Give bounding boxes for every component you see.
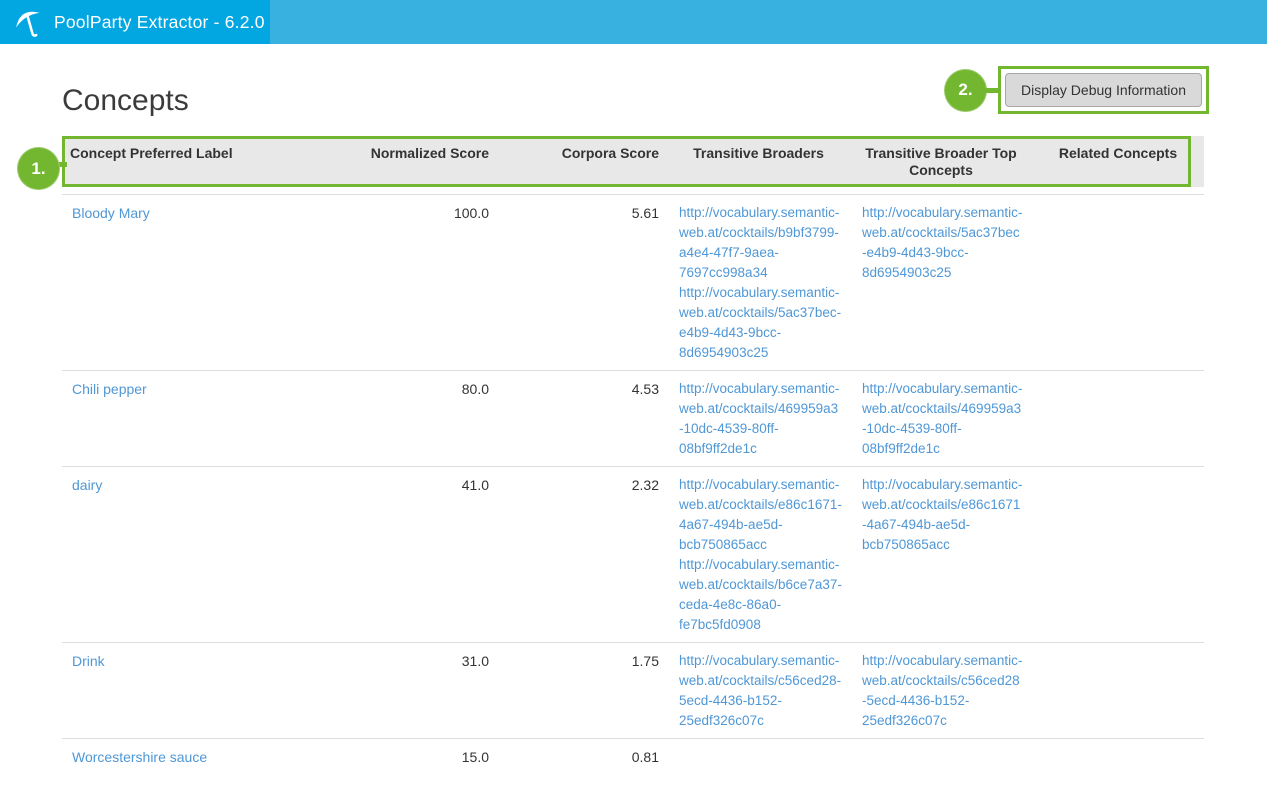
poolparty-umbrella-icon — [12, 5, 46, 39]
normalized-score-cell: 15.0 — [362, 738, 497, 774]
transitive-broader-top-concepts-cell: http://vocabulary.semantic-web.at/cockta… — [850, 642, 1032, 738]
corpora-score-cell: 0.81 — [497, 738, 667, 774]
concept-link[interactable]: Drink — [72, 653, 105, 669]
related-concepts-cell — [1032, 466, 1204, 642]
column-header-concept-preferred-label: Concept Preferred Label — [62, 136, 362, 187]
transitive-broader-top-concepts-cell: http://vocabulary.semantic-web.at/cockta… — [850, 194, 1032, 370]
app-title: PoolParty Extractor - 6.2.0 — [54, 12, 265, 33]
concept-link[interactable]: Bloody Mary — [72, 205, 150, 221]
uri-link[interactable]: http://vocabulary.semantic-web.at/cockta… — [862, 203, 1024, 283]
transitive-broaders-cell: http://vocabulary.semantic-web.at/cockta… — [667, 642, 850, 738]
transitive-broader-top-concepts-cell: http://vocabulary.semantic-web.at/cockta… — [850, 466, 1032, 642]
annotation-group-2: 2. Display Debug Information — [944, 66, 1209, 114]
transitive-broaders-cell: http://vocabulary.semantic-web.at/cockta… — [667, 194, 850, 370]
corpora-score-cell: 5.61 — [497, 194, 667, 370]
column-header-corpora-score: Corpora Score — [497, 136, 667, 187]
concept-label-cell: Worcestershire sauce — [62, 738, 362, 774]
table-row: dairy41.02.32http://vocabulary.semantic-… — [62, 466, 1204, 642]
corpora-score-cell: 2.32 — [497, 466, 667, 642]
concepts-table-header: Concept Preferred Label Normalized Score… — [62, 136, 1204, 187]
uri-link[interactable]: http://vocabulary.semantic-web.at/cockta… — [679, 555, 842, 635]
corpora-score-cell: 4.53 — [497, 370, 667, 466]
annotation-1-marker: 1. — [17, 147, 60, 190]
concepts-table-zone: 1. Concept Preferred Label Normalized Sc… — [62, 136, 1204, 774]
table-row: Bloody Mary100.05.61http://vocabulary.se… — [62, 194, 1204, 370]
normalized-score-cell: 80.0 — [362, 370, 497, 466]
related-concepts-cell — [1032, 642, 1204, 738]
concept-label-cell: dairy — [62, 466, 362, 642]
annotation-2-highlight-box: Display Debug Information — [998, 66, 1209, 114]
uri-link[interactable]: http://vocabulary.semantic-web.at/cockta… — [679, 475, 842, 555]
uri-link[interactable]: http://vocabulary.semantic-web.at/cockta… — [862, 475, 1024, 555]
transitive-broader-top-concepts-cell — [850, 738, 1032, 774]
concept-link[interactable]: dairy — [72, 477, 102, 493]
table-row: Drink31.01.75http://vocabulary.semantic-… — [62, 642, 1204, 738]
normalized-score-cell: 31.0 — [362, 642, 497, 738]
concepts-table-body: Bloody Mary100.05.61http://vocabulary.se… — [62, 187, 1204, 774]
page-title: Concepts — [62, 84, 189, 118]
app-logo-zone: PoolParty Extractor - 6.2.0 — [0, 0, 270, 44]
table-row: Chili pepper80.04.53http://vocabulary.se… — [62, 370, 1204, 466]
uri-link[interactable]: http://vocabulary.semantic-web.at/cockta… — [679, 651, 842, 731]
uri-link[interactable]: http://vocabulary.semantic-web.at/cockta… — [679, 379, 842, 459]
column-header-related-concepts: Related Concepts — [1032, 136, 1204, 187]
concept-label-cell: Chili pepper — [62, 370, 362, 466]
table-row: Worcestershire sauce 15.00.81 — [62, 738, 1204, 774]
uri-link[interactable]: http://vocabulary.semantic-web.at/cockta… — [862, 651, 1024, 731]
transitive-broaders-cell: http://vocabulary.semantic-web.at/cockta… — [667, 466, 850, 642]
annotation-2-marker: 2. — [944, 69, 987, 112]
concept-label-cell: Bloody Mary — [62, 194, 362, 370]
uri-link[interactable]: http://vocabulary.semantic-web.at/cockta… — [679, 283, 842, 363]
transitive-broaders-cell — [667, 738, 850, 774]
related-concepts-cell — [1032, 370, 1204, 466]
concept-link[interactable]: Chili pepper — [72, 381, 147, 397]
column-header-transitive-broaders: Transitive Broaders — [667, 136, 850, 187]
uri-link[interactable]: http://vocabulary.semantic-web.at/cockta… — [679, 203, 842, 283]
annotation-2-connector — [985, 88, 999, 93]
uri-link[interactable]: http://vocabulary.semantic-web.at/cockta… — [862, 379, 1024, 459]
related-concepts-cell — [1032, 738, 1204, 774]
concept-label-cell: Drink — [62, 642, 362, 738]
header-gap-row — [62, 187, 1204, 194]
column-header-transitive-broader-top-concepts: Transitive Broader Top Concepts — [850, 136, 1032, 187]
column-header-normalized-score: Normalized Score — [362, 136, 497, 187]
concept-link[interactable]: Worcestershire sauce — [72, 749, 207, 765]
related-concepts-cell — [1032, 194, 1204, 370]
transitive-broaders-cell: http://vocabulary.semantic-web.at/cockta… — [667, 370, 850, 466]
transitive-broader-top-concepts-cell: http://vocabulary.semantic-web.at/cockta… — [850, 370, 1032, 466]
app-header-bar: PoolParty Extractor - 6.2.0 — [0, 0, 1267, 44]
corpora-score-cell: 1.75 — [497, 642, 667, 738]
normalized-score-cell: 100.0 — [362, 194, 497, 370]
normalized-score-cell: 41.0 — [362, 466, 497, 642]
display-debug-information-button[interactable]: Display Debug Information — [1005, 73, 1202, 107]
concepts-table: Concept Preferred Label Normalized Score… — [62, 136, 1204, 774]
